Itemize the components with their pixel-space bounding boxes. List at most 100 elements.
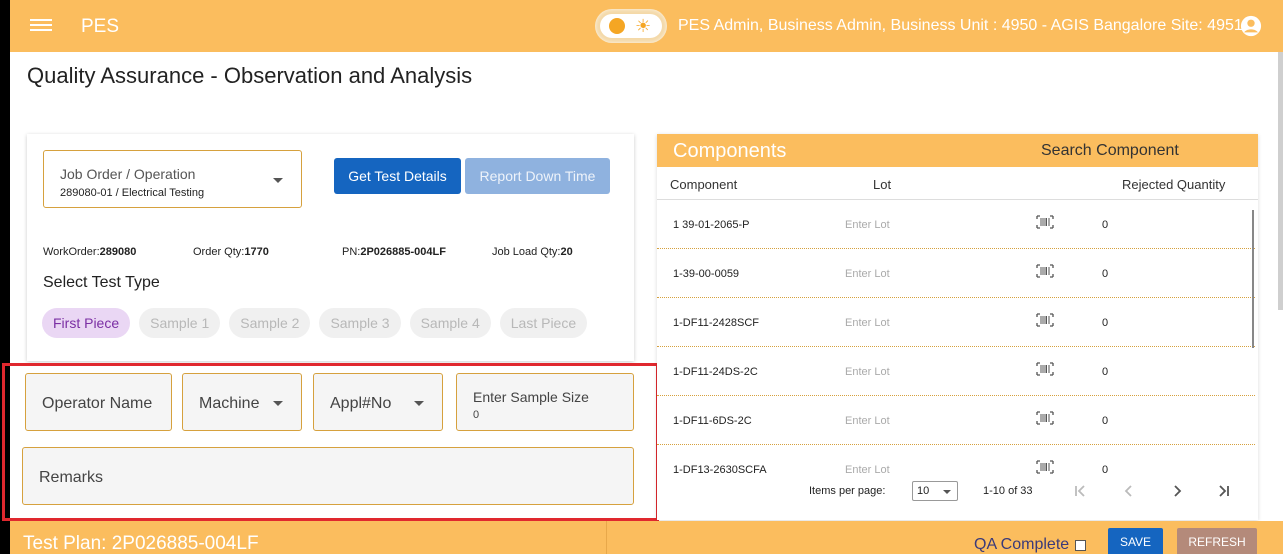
lot-input[interactable]: Enter Lot bbox=[845, 219, 890, 231]
items-per-page-value: 10 bbox=[917, 485, 930, 497]
rejected-quantity[interactable]: 0 bbox=[1102, 464, 1108, 476]
table-row: 1-39-00-0059 Enter Lot 0 bbox=[657, 249, 1255, 298]
report-down-time-button[interactable]: Report Down Time bbox=[465, 158, 610, 194]
barcode-scan-icon[interactable] bbox=[1036, 460, 1054, 474]
barcode-scan-icon[interactable] bbox=[1036, 362, 1054, 376]
refresh-button[interactable]: REFRESH bbox=[1177, 528, 1257, 554]
components-title: Components bbox=[673, 140, 787, 162]
pagination-range: 1-10 of 33 bbox=[983, 485, 1033, 497]
barcode-scan-icon[interactable] bbox=[1036, 411, 1054, 425]
chip-last-piece[interactable]: Last Piece bbox=[499, 308, 588, 338]
rejected-quantity[interactable]: 0 bbox=[1102, 317, 1108, 329]
barcode-scan-icon[interactable] bbox=[1036, 264, 1054, 278]
remarks-label: Remarks bbox=[39, 469, 104, 486]
select-test-type-heading: Select Test Type bbox=[43, 274, 160, 291]
app-name: PES bbox=[81, 16, 120, 37]
lot-input[interactable]: Enter Lot bbox=[845, 415, 890, 427]
page-title: Quality Assurance - Observation and Anal… bbox=[27, 63, 473, 88]
rejected-quantity[interactable]: 0 bbox=[1102, 219, 1108, 231]
first-page-icon[interactable] bbox=[1069, 480, 1091, 502]
pn-stat: PN:2P026885-004LF bbox=[342, 246, 446, 258]
user-info: PES Admin, Business Admin, Business Unit… bbox=[678, 17, 1252, 34]
theme-toggle-track: ☀ bbox=[600, 14, 662, 38]
operator-name-label: Operator Name bbox=[42, 395, 153, 412]
last-page-icon[interactable] bbox=[1213, 480, 1235, 502]
rejected-quantity[interactable]: 0 bbox=[1102, 366, 1108, 378]
order-qty-label: Order Qty: bbox=[193, 246, 245, 258]
lot-input[interactable]: Enter Lot bbox=[845, 366, 890, 378]
table-row: 1 39-01-2065-P Enter Lot 0 bbox=[657, 200, 1255, 249]
machine-select[interactable]: Machine bbox=[182, 373, 302, 431]
save-button[interactable]: SAVE bbox=[1108, 528, 1163, 554]
items-per-page-label: Items per page: bbox=[809, 485, 886, 497]
rejected-quantity[interactable]: 0 bbox=[1102, 268, 1108, 280]
rejected-quantity[interactable]: 0 bbox=[1102, 415, 1108, 427]
appl-no-select[interactable]: Appl#No bbox=[313, 373, 443, 431]
test-type-chips: First Piece Sample 1 Sample 2 Sample 3 S… bbox=[42, 308, 596, 338]
order-qty-stat: Order Qty:1770 bbox=[193, 246, 269, 258]
component-name: 1-DF11-24DS-2C bbox=[673, 366, 758, 378]
chevron-down-icon bbox=[943, 490, 951, 494]
job-load-value: 20 bbox=[560, 246, 573, 258]
table-row: 1-DF11-24DS-2C Enter Lot 0 bbox=[657, 347, 1255, 396]
barcode-scan-icon[interactable] bbox=[1036, 215, 1054, 229]
job-details-card: Job Order / Operation 289080-01 / Electr… bbox=[27, 134, 634, 361]
sample-size-label: Enter Sample Size bbox=[473, 389, 589, 405]
order-qty-value: 1770 bbox=[244, 246, 269, 258]
test-plan-label: Test Plan: 2P026885-004LF bbox=[23, 533, 259, 554]
table-scrollbar[interactable] bbox=[1252, 210, 1254, 348]
top-app-bar: PES ☀ PES Admin, Business Admin, Busines… bbox=[10, 0, 1283, 52]
column-header-component[interactable]: Component bbox=[670, 177, 737, 192]
table-row: 1-DF11-6DS-2C Enter Lot 0 bbox=[657, 396, 1255, 445]
sample-size-field[interactable]: Enter Sample Size 0 bbox=[456, 373, 634, 431]
chip-sample-1[interactable]: Sample 1 bbox=[139, 308, 221, 338]
bottom-action-bar: Test Plan: 2P026885-004LF QA Complete SA… bbox=[10, 521, 1283, 554]
component-name: 1-39-00-0059 bbox=[673, 268, 740, 280]
next-page-icon[interactable] bbox=[1166, 480, 1188, 502]
account-circle-icon[interactable] bbox=[1240, 15, 1262, 37]
work-order-stat: WorkOrder:289080 bbox=[43, 246, 136, 258]
component-name: 1-DF11-2428SCF bbox=[673, 317, 759, 329]
previous-page-icon[interactable] bbox=[1118, 480, 1140, 502]
chip-first-piece[interactable]: First Piece bbox=[42, 308, 131, 338]
chevron-down-icon bbox=[414, 401, 424, 406]
chip-sample-2[interactable]: Sample 2 bbox=[229, 308, 311, 338]
table-row: 1-DF11-2428SCF Enter Lot 0 bbox=[657, 298, 1255, 347]
machine-label: Machine bbox=[199, 395, 260, 412]
job-load-label: Job Load Qty: bbox=[492, 246, 561, 258]
job-order-select[interactable]: Job Order / Operation 289080-01 / Electr… bbox=[43, 150, 302, 208]
job-load-stat: Job Load Qty:20 bbox=[492, 246, 573, 258]
component-name: 1 39-01-2065-P bbox=[673, 219, 750, 231]
sun-icon: ☀ bbox=[635, 16, 652, 36]
job-order-label: Job Order / Operation bbox=[60, 166, 196, 182]
components-panel: Components Search Component Component Lo… bbox=[657, 134, 1258, 520]
pn-value: 2P026885-004LF bbox=[360, 246, 446, 258]
operator-name-field[interactable]: Operator Name bbox=[25, 373, 172, 431]
job-order-value: 289080-01 / Electrical Testing bbox=[60, 187, 205, 199]
column-header-lot[interactable]: Lot bbox=[873, 177, 891, 192]
work-order-label: WorkOrder: bbox=[43, 246, 100, 258]
remarks-field[interactable]: Remarks bbox=[22, 447, 634, 505]
appl-no-label: Appl#No bbox=[330, 395, 392, 412]
work-order-value: 289080 bbox=[99, 246, 137, 258]
barcode-scan-icon[interactable] bbox=[1036, 313, 1054, 327]
column-header-rejected-quantity[interactable]: Rejected Quantity bbox=[1122, 177, 1225, 192]
get-test-details-button[interactable]: Get Test Details bbox=[334, 158, 461, 194]
chevron-down-icon bbox=[273, 178, 283, 183]
chip-sample-3[interactable]: Sample 3 bbox=[319, 308, 401, 338]
menu-icon[interactable] bbox=[30, 16, 52, 36]
component-name: 1-DF13-2630SCFA bbox=[673, 464, 767, 476]
lot-input[interactable]: Enter Lot bbox=[845, 464, 890, 476]
pn-label: PN: bbox=[342, 246, 361, 258]
chip-sample-4[interactable]: Sample 4 bbox=[409, 308, 491, 338]
theme-toggle[interactable]: ☀ bbox=[595, 9, 667, 43]
sample-size-value: 0 bbox=[473, 409, 480, 421]
component-name: 1-DF11-6DS-2C bbox=[673, 415, 752, 427]
components-header: Components Search Component bbox=[657, 134, 1258, 167]
lot-input[interactable]: Enter Lot bbox=[845, 268, 890, 280]
lot-input[interactable]: Enter Lot bbox=[845, 317, 890, 329]
page-scrollbar[interactable] bbox=[1278, 52, 1283, 310]
items-per-page-select[interactable]: 10 bbox=[912, 481, 958, 501]
qa-complete-checkbox[interactable] bbox=[1075, 540, 1086, 551]
search-component-field[interactable]: Search Component bbox=[1041, 142, 1179, 160]
